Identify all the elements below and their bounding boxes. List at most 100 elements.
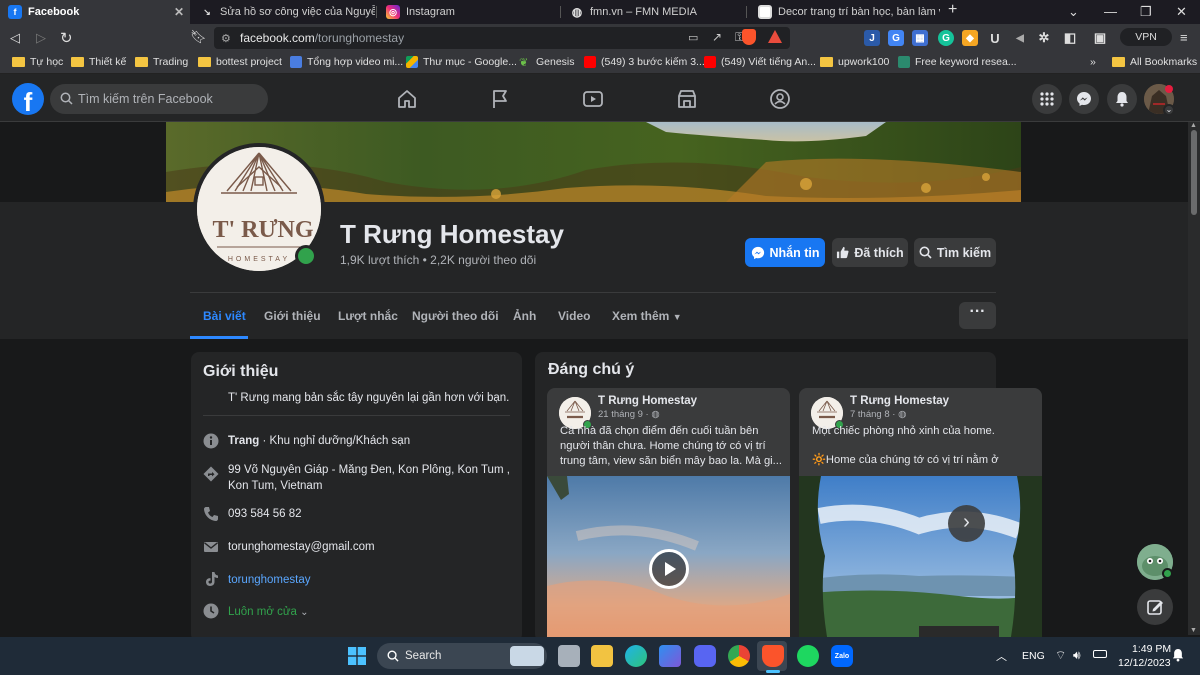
bookmark-item[interactable]: bottest project — [198, 56, 282, 68]
bookmark-item[interactable]: (549) 3 bước kiếm 3... — [584, 56, 705, 68]
tab-search-chevron-icon[interactable]: ⌄ — [1068, 4, 1079, 20]
scrollbar-thumb[interactable] — [1191, 130, 1197, 215]
featured-post-card[interactable]: T Rưng Homestay 21 tháng 9 · ◍ Cả nhà đã… — [547, 388, 790, 648]
bookmark-item[interactable]: Thư mục - Google... — [406, 56, 517, 68]
notifications-bell-icon[interactable] — [1107, 84, 1137, 114]
windows-start-icon[interactable] — [346, 645, 368, 667]
translate-icon[interactable]: G — [888, 30, 904, 46]
bookmark-item[interactable]: (549) Viết tiếng An... — [704, 56, 816, 68]
carousel-next-button[interactable]: › — [948, 505, 985, 542]
tray-chevron-up-icon[interactable]: ︿ — [996, 648, 1007, 664]
bookmark-item[interactable]: Tổng hợp video mi... — [290, 56, 403, 68]
tab-about[interactable]: Giới thiệu — [264, 309, 321, 323]
post-date[interactable]: 21 tháng 9 · ◍ — [598, 409, 660, 420]
featured-post-card[interactable]: T Rưng Homestay 7 tháng 8 · ◍ Một chiếc … — [799, 388, 1042, 648]
clock-time[interactable]: 1:49 PM — [1132, 643, 1171, 655]
brave-rewards-icon[interactable] — [768, 30, 782, 43]
edge-icon[interactable] — [625, 645, 647, 667]
minimize-icon[interactable]: — — [1104, 4, 1117, 19]
back-icon[interactable]: ◁ — [10, 30, 20, 46]
home-icon[interactable] — [396, 88, 418, 110]
chrome-icon[interactable] — [728, 645, 750, 667]
wallet-icon[interactable]: ▣ — [1092, 30, 1108, 46]
wifi-icon[interactable]: ⌔ — [1055, 648, 1066, 663]
new-message-button[interactable] — [1137, 589, 1173, 625]
sidebar-icon[interactable]: ◧ — [1062, 30, 1078, 46]
bookmark-item[interactable]: ❦ Genesis — [519, 56, 575, 69]
message-button[interactable]: Nhắn tin — [745, 238, 825, 267]
extension-u-icon[interactable]: U — [987, 30, 1003, 46]
page-stats[interactable]: 1,9K lượt thích • 2,2K người theo dõi — [340, 253, 536, 267]
bookmark-item[interactable]: Trading — [135, 56, 188, 68]
site-settings-icon[interactable]: ⚙ — [221, 32, 231, 45]
post-author-name[interactable]: T Rưng Homestay — [598, 395, 697, 407]
vpn-button[interactable]: VPN — [1120, 28, 1172, 46]
scroll-up-icon[interactable]: ▲ — [1190, 122, 1197, 129]
tab-followers[interactable]: Người theo dõi — [412, 309, 499, 323]
close-window-icon[interactable]: ✕ — [1176, 4, 1187, 20]
bookmarks-overflow-button[interactable]: » — [1090, 56, 1096, 68]
post-photo[interactable] — [799, 476, 1042, 648]
tab-instagram[interactable]: ◎ Instagram — [378, 0, 558, 24]
more-options-button[interactable]: ··· — [959, 302, 996, 329]
bookmark-item[interactable]: upwork100 — [820, 56, 889, 68]
grammarly-icon[interactable]: G — [938, 30, 954, 46]
post-author-name[interactable]: T Rưng Homestay — [850, 395, 949, 407]
tab-fmn[interactable]: ◍ fmn.vn – FMN MEDIA — [562, 0, 744, 24]
bookmark-item[interactable]: Free keyword resea... — [898, 56, 1017, 68]
facebook-logo-icon[interactable]: f — [12, 83, 44, 115]
tab-videos[interactable]: Video — [558, 309, 590, 323]
discord-icon[interactable] — [694, 645, 716, 667]
tab-see-more[interactable]: Xem thêm ▼ — [612, 309, 682, 323]
intro-phone[interactable]: 093 584 56 82 — [228, 506, 302, 522]
notification-bell-icon[interactable] — [1172, 648, 1184, 662]
extensions-puzzle-icon[interactable]: ✲ — [1036, 30, 1052, 46]
liked-button[interactable]: Đã thích — [832, 238, 908, 267]
tab-decor[interactable]: Decor trang trí bàn học, bàn làm việc | — [750, 0, 940, 24]
account-chevron-icon[interactable]: ⌄ — [1163, 104, 1175, 116]
brave-shield-icon[interactable] — [742, 29, 756, 45]
battery-icon[interactable] — [1093, 650, 1107, 658]
tab-upwork[interactable]: ↘ Sửa hồ sơ công việc của Nguyễn Văn C — [192, 0, 375, 24]
intro-tiktok-link[interactable]: torunghomestay — [228, 572, 310, 588]
copilot-icon[interactable] — [659, 645, 681, 667]
tab-facebook[interactable]: f Facebook ✕ — [0, 0, 190, 24]
groups-icon[interactable] — [769, 88, 791, 110]
extension-arrow-icon[interactable]: ◀ — [1012, 30, 1028, 46]
messenger-icon[interactable] — [1069, 84, 1099, 114]
brave-icon[interactable] — [762, 645, 784, 667]
maximize-icon[interactable]: ❐ — [1140, 4, 1152, 20]
intro-hours[interactable]: Luôn mở cửa ⌄ — [228, 604, 309, 621]
cast-icon[interactable]: ▭ — [688, 31, 698, 44]
close-tab-icon[interactable]: ✕ — [174, 5, 184, 19]
menu-grid-icon[interactable] — [1032, 84, 1062, 114]
extension-j-icon[interactable]: J — [864, 30, 880, 46]
extension-blue-icon[interactable]: ▦ — [912, 30, 928, 46]
menu-icon[interactable]: ≡ — [1180, 30, 1188, 45]
new-tab-button[interactable]: + — [948, 1, 957, 19]
page-search-button[interactable]: Tìm kiếm — [914, 238, 996, 267]
url-text[interactable]: facebook.com/torunghomestay — [240, 31, 404, 45]
intro-email[interactable]: torunghomestay@gmail.com — [228, 539, 375, 555]
share-icon[interactable]: ↗ — [712, 30, 722, 44]
tab-mentions[interactable]: Lượt nhắc — [338, 309, 398, 323]
scroll-down-icon[interactable]: ▼ — [1190, 627, 1197, 634]
forward-icon[interactable]: ▷ — [36, 30, 46, 46]
task-view-icon[interactable] — [558, 645, 580, 667]
bookmark-item[interactable]: Thiết kế — [71, 56, 126, 68]
intro-address[interactable]: 99 Võ Nguyên Giáp - Măng Đen, Kon Plông,… — [228, 462, 510, 494]
marketplace-icon[interactable] — [676, 88, 698, 110]
reload-icon[interactable]: ↻ — [60, 29, 73, 47]
bookmark-item[interactable]: Tự học — [12, 56, 63, 68]
volume-icon[interactable]: 🔊︎ — [1073, 648, 1081, 663]
input-language[interactable]: ENG — [1022, 650, 1045, 662]
file-explorer-icon[interactable] — [591, 645, 613, 667]
all-bookmarks[interactable]: All Bookmarks — [1112, 56, 1197, 68]
clock-date[interactable]: 12/12/2023 — [1118, 657, 1171, 669]
pages-flag-icon[interactable] — [489, 88, 511, 110]
tab-posts[interactable]: Bài viết — [203, 309, 246, 323]
video-icon[interactable] — [582, 88, 604, 110]
tab-photos[interactable]: Ảnh — [513, 309, 536, 323]
zalo-icon[interactable]: Zalo — [831, 645, 853, 667]
bookmark-icon[interactable]: 🔖︎ — [190, 29, 207, 45]
